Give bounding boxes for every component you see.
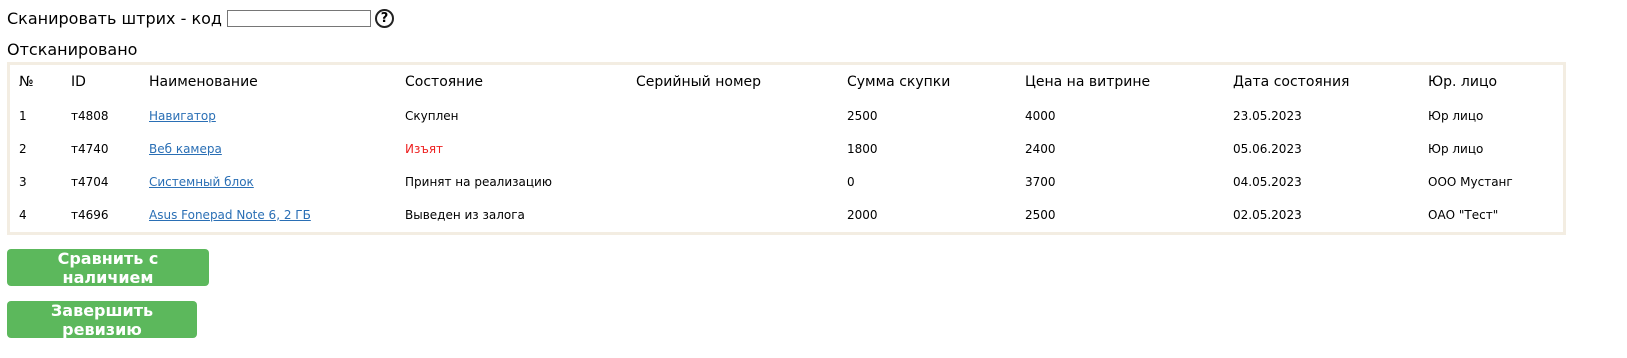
cell-number: 3 <box>19 174 27 189</box>
cell-number: 4 <box>19 207 27 222</box>
scanned-table-container: № ID Наименование Состояние Серийный ном… <box>7 62 1566 235</box>
table-header-row: № ID Наименование Состояние Серийный ном… <box>10 65 1563 99</box>
cell-serial <box>627 99 838 132</box>
column-header-name: Наименование <box>149 74 258 90</box>
cell-showcase-price: 3700 <box>1025 174 1056 189</box>
scan-barcode-row: Сканировать штрих - код ? <box>7 4 394 32</box>
cell-name: Веб камера <box>140 132 396 165</box>
column-header-id: ID <box>71 74 86 90</box>
cell-serial <box>627 198 838 231</box>
cell-legal-entity: ООО Мустанг <box>1428 174 1513 189</box>
cell-purchase-sum: 0 <box>847 174 855 189</box>
column-header-showcase-price: Цена на витрине <box>1025 74 1151 90</box>
cell-status-date: 04.05.2023 <box>1233 174 1302 189</box>
column-header-legal-entity: Юр. лицо <box>1428 74 1498 90</box>
cell-id: т4704 <box>71 174 109 189</box>
cell-id: т4696 <box>71 207 109 222</box>
item-link[interactable]: Системный блок <box>149 175 254 189</box>
scanned-table: № ID Наименование Состояние Серийный ном… <box>10 65 1563 231</box>
cell-status: Выведен из залога <box>405 207 525 222</box>
cell-purchase-sum: 2500 <box>847 108 878 123</box>
cell-showcase-price: 2400 <box>1025 141 1056 156</box>
compare-with-stock-button[interactable]: Сравнить с наличием <box>7 249 209 287</box>
cell-id: т4808 <box>71 108 109 123</box>
cell-legal-entity: ОАО "Тест" <box>1428 207 1499 222</box>
cell-number: 2 <box>19 141 27 156</box>
cell-name: Навигатор <box>140 99 396 132</box>
column-header-status: Состояние <box>405 74 484 90</box>
table-row: 2 т4740 Веб камера Изъят 1800 2400 05.06… <box>10 132 1563 165</box>
item-link[interactable]: Asus Fonepad Note 6, 2 ГБ <box>149 208 311 222</box>
column-header-serial: Серийный номер <box>636 74 762 90</box>
scan-barcode-label: Сканировать штрих - код <box>7 8 222 28</box>
table-row: 1 т4808 Навигатор Скуплен 2500 4000 23.0… <box>10 99 1563 132</box>
cell-number: 1 <box>19 108 27 123</box>
cell-status-date: 23.05.2023 <box>1233 108 1302 123</box>
cell-name: Системный блок <box>140 165 396 198</box>
scanned-section-title: Отсканировано <box>7 40 138 59</box>
cell-serial <box>627 165 838 198</box>
cell-status: Принят на реализацию <box>405 174 552 189</box>
cell-status-date: 05.06.2023 <box>1233 141 1302 156</box>
cell-status: Скуплен <box>405 108 459 123</box>
cell-legal-entity: Юр лицо <box>1428 141 1484 156</box>
barcode-input[interactable] <box>226 9 371 27</box>
table-row: 4 т4696 Asus Fonepad Note 6, 2 ГБ Выведе… <box>10 198 1563 231</box>
cell-status-date: 02.05.2023 <box>1233 207 1302 222</box>
column-header-status-date: Дата состояния <box>1233 74 1350 90</box>
cell-showcase-price: 4000 <box>1025 108 1056 123</box>
column-header-number: № <box>19 74 34 90</box>
cell-id: т4740 <box>71 141 109 156</box>
item-link[interactable]: Веб камера <box>149 142 222 156</box>
cell-serial <box>627 132 838 165</box>
column-header-purchase-sum: Сумма скупки <box>847 74 951 90</box>
question-circle-icon[interactable]: ? <box>374 8 394 28</box>
finish-revision-button[interactable]: Завершить ревизию <box>7 301 197 339</box>
table-row: 3 т4704 Системный блок Принят на реализа… <box>10 165 1563 198</box>
cell-purchase-sum: 2000 <box>847 207 878 222</box>
cell-legal-entity: Юр лицо <box>1428 108 1484 123</box>
cell-showcase-price: 2500 <box>1025 207 1056 222</box>
item-link[interactable]: Навигатор <box>149 109 216 123</box>
cell-name: Asus Fonepad Note 6, 2 ГБ <box>140 198 396 231</box>
cell-purchase-sum: 1800 <box>847 141 878 156</box>
cell-status: Изъят <box>405 141 444 156</box>
